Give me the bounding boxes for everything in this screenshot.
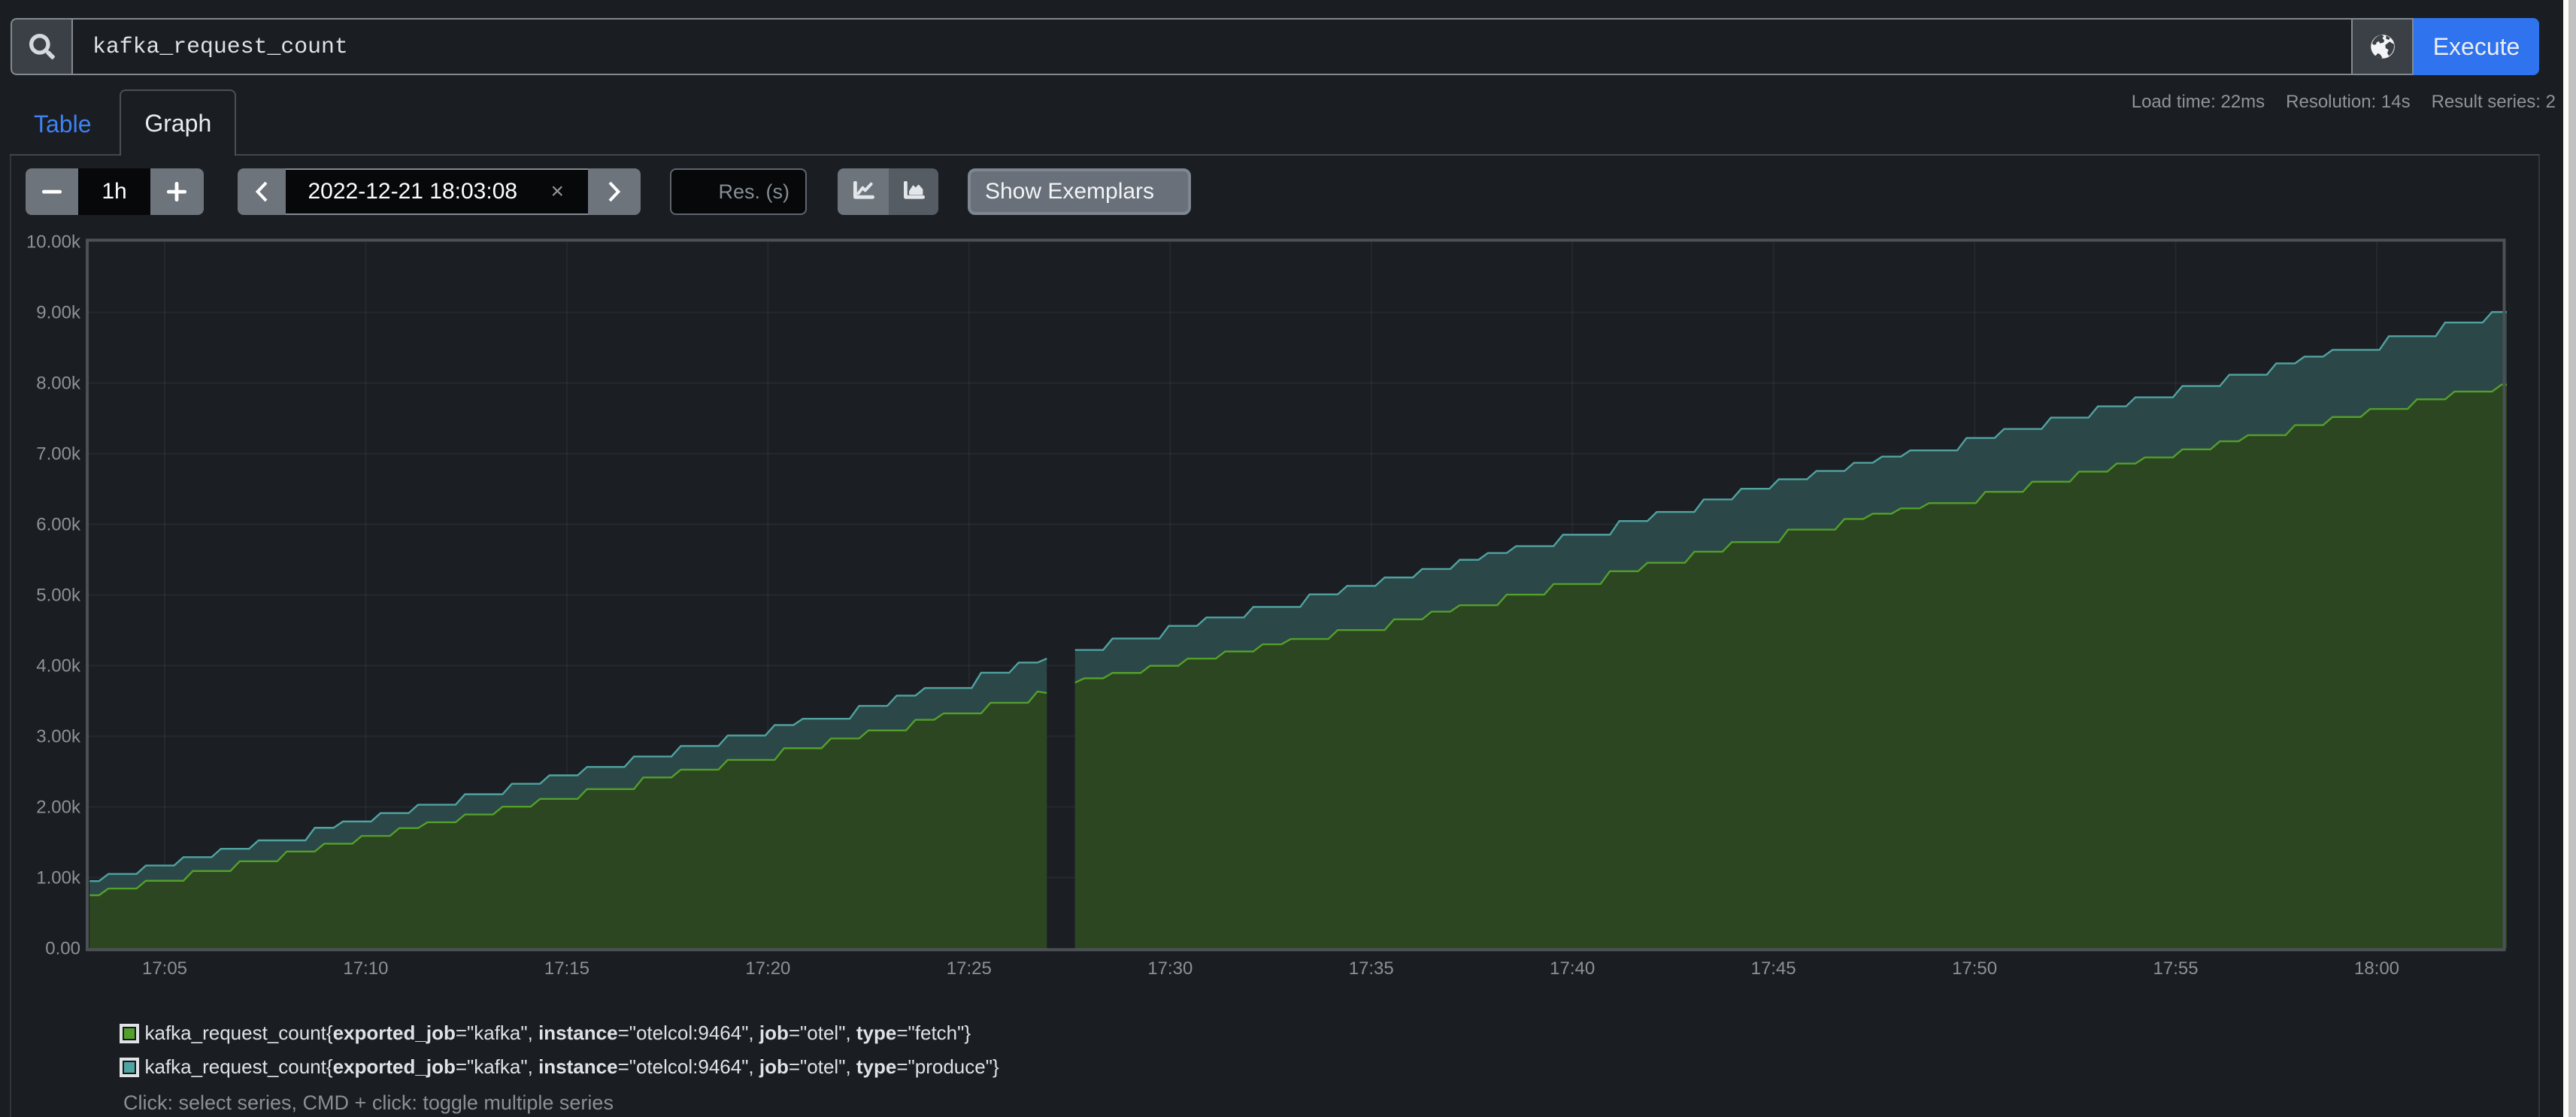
svg-text:5.00k: 5.00k	[36, 585, 81, 605]
svg-text:17:10: 17:10	[343, 958, 388, 979]
svg-text:7.00k: 7.00k	[36, 443, 81, 464]
svg-text:17:05: 17:05	[142, 958, 187, 979]
svg-text:1.00k: 1.00k	[36, 867, 81, 888]
svg-text:17:50: 17:50	[1952, 958, 1997, 979]
svg-text:17:30: 17:30	[1147, 958, 1193, 979]
svg-text:3.00k: 3.00k	[36, 726, 81, 746]
svg-text:0.00: 0.00	[45, 938, 80, 958]
svg-text:17:45: 17:45	[1751, 958, 1796, 979]
svg-text:6.00k: 6.00k	[36, 514, 81, 534]
svg-text:2.00k: 2.00k	[36, 797, 81, 817]
svg-text:9.00k: 9.00k	[36, 302, 81, 322]
svg-text:4.00k: 4.00k	[36, 655, 81, 676]
svg-text:18:00: 18:00	[2354, 958, 2399, 979]
svg-text:8.00k: 8.00k	[36, 373, 81, 393]
svg-text:17:15: 17:15	[544, 958, 589, 979]
svg-text:17:20: 17:20	[745, 958, 790, 979]
svg-text:17:40: 17:40	[1550, 958, 1595, 979]
svg-text:17:25: 17:25	[947, 958, 992, 979]
svg-text:17:35: 17:35	[1349, 958, 1394, 979]
svg-text:17:55: 17:55	[2153, 958, 2199, 979]
svg-text:10.00k: 10.00k	[26, 232, 81, 252]
